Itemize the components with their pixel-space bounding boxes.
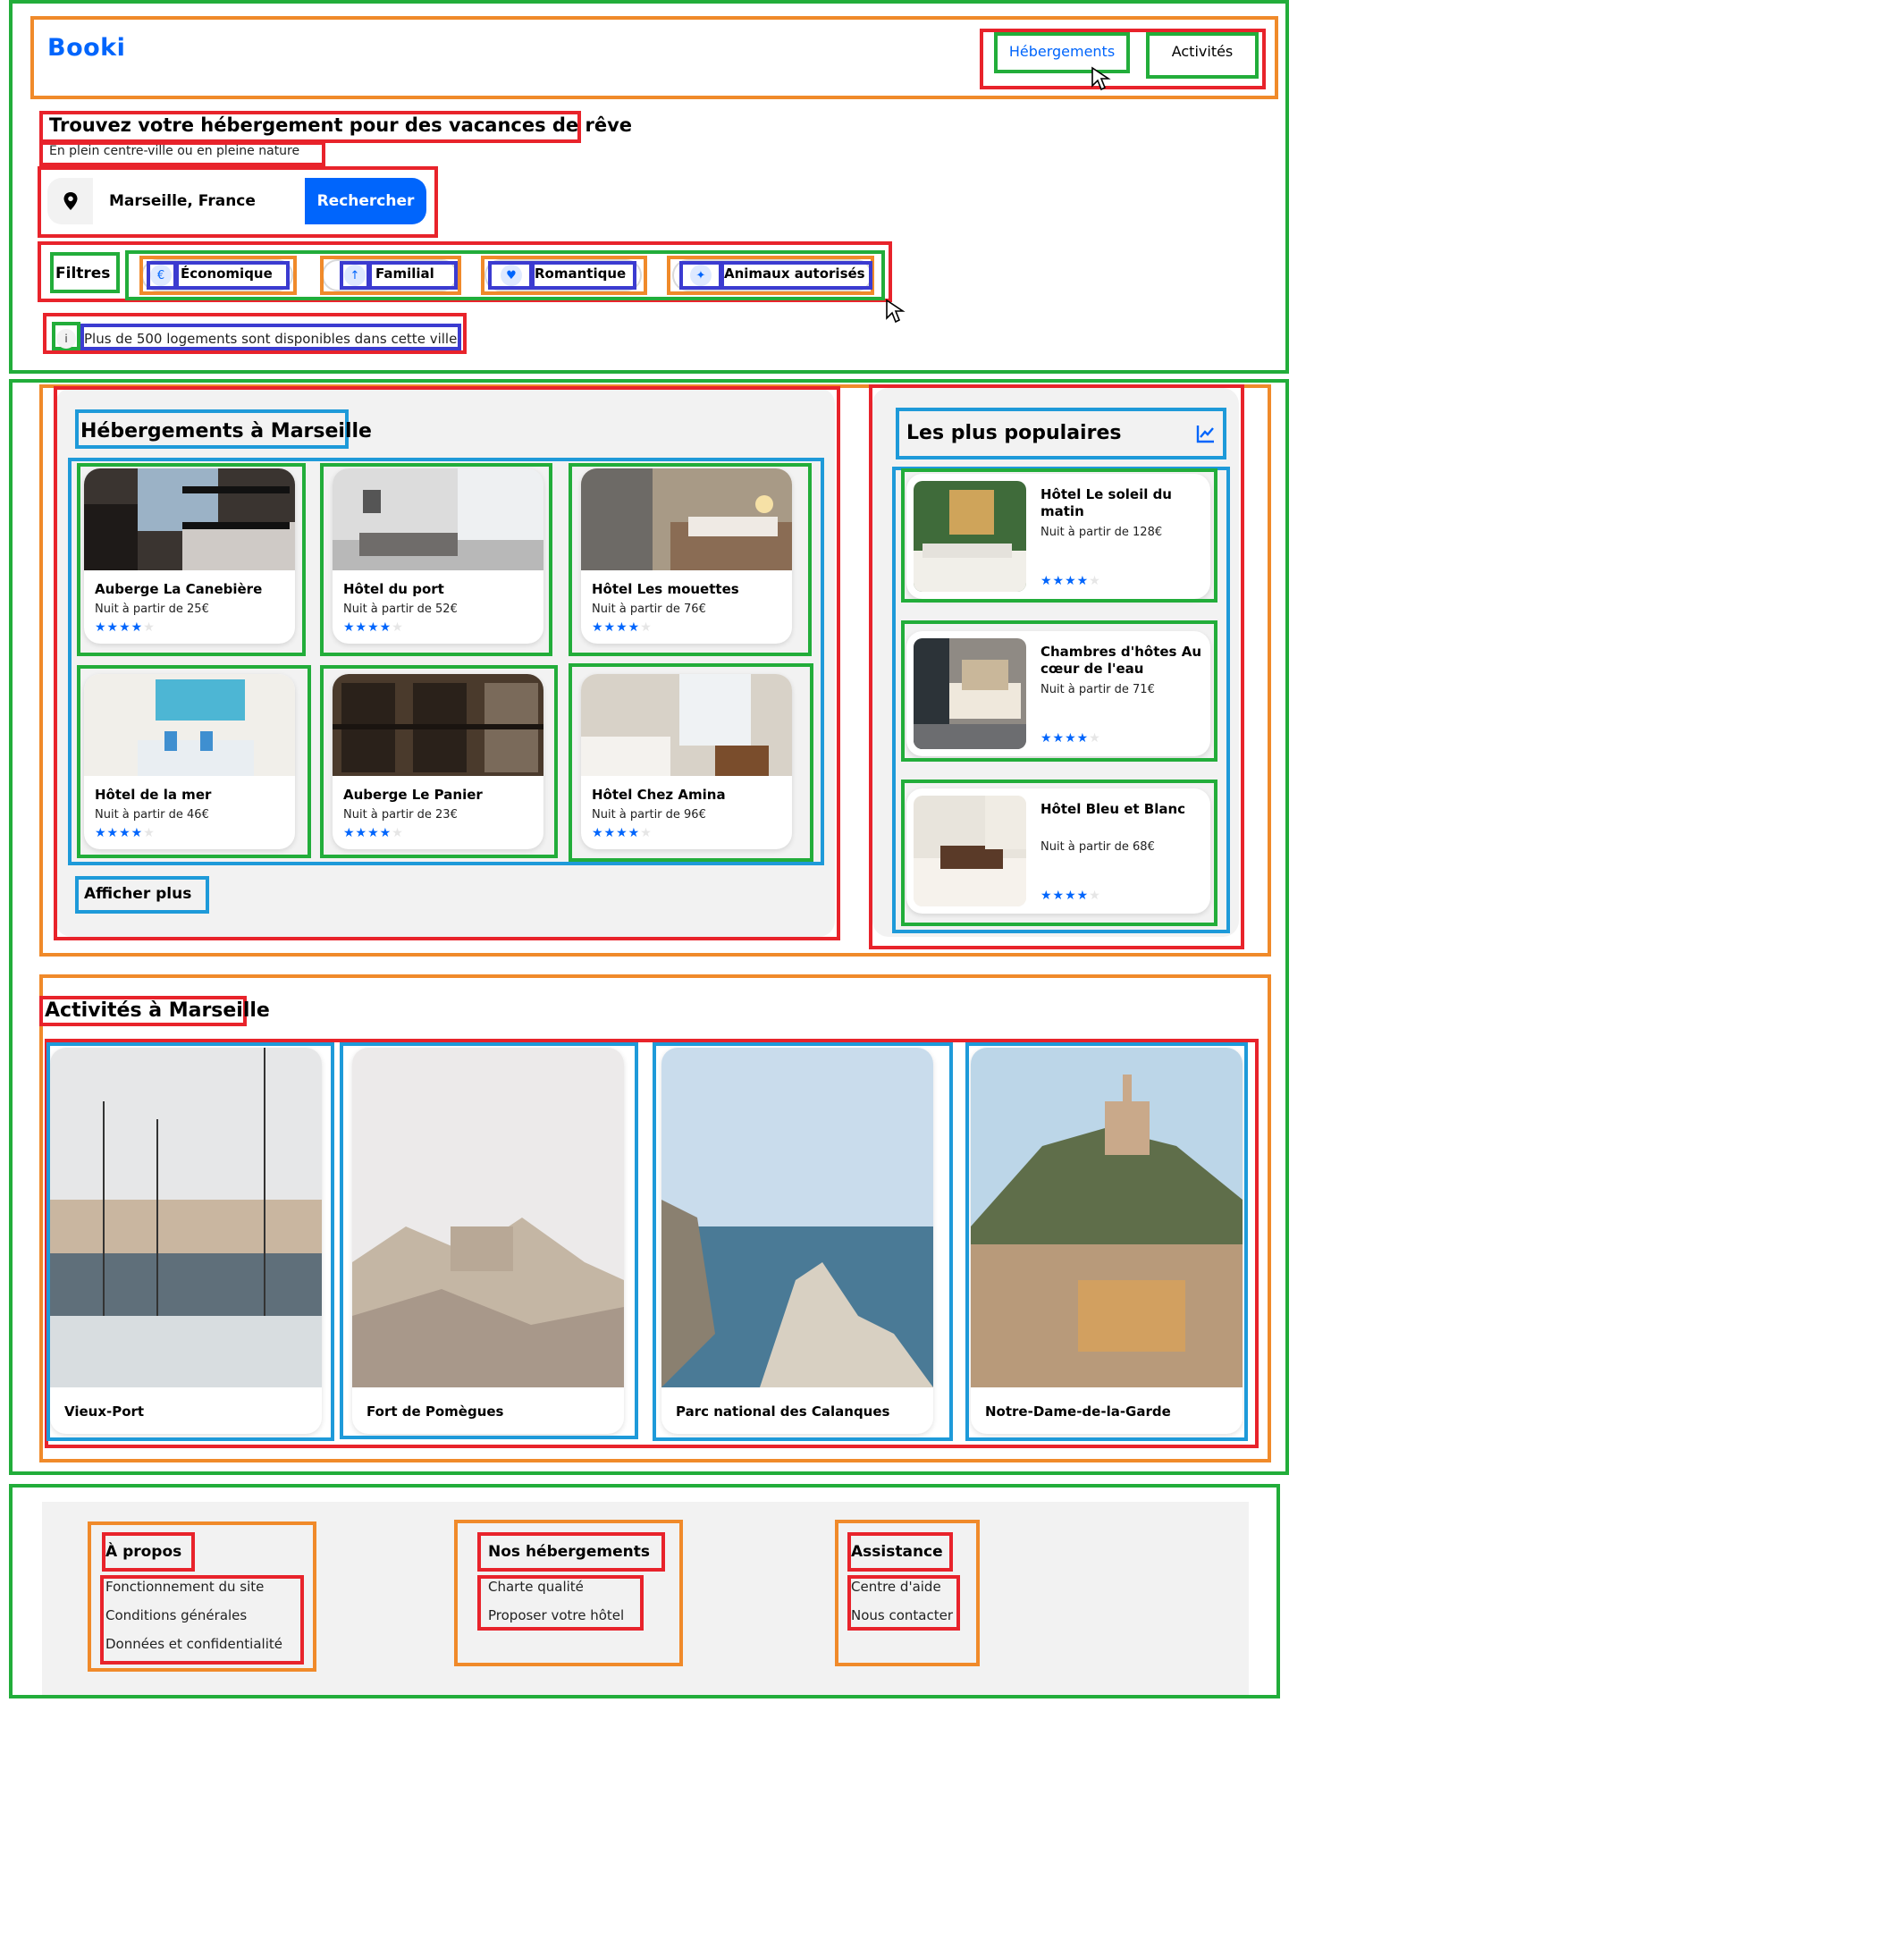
- popular-photo: [914, 796, 1026, 906]
- star-rating: ★★★★★: [343, 826, 404, 840]
- lodging-photo: [84, 468, 295, 570]
- activity-name: Notre-Dame-de-la-Garde: [985, 1403, 1171, 1420]
- trend-chart-icon: [1196, 426, 1214, 443]
- star-rating: ★★★★★: [592, 620, 653, 635]
- lodging-photo: [333, 468, 543, 570]
- popular-card[interactable]: Hôtel Le soleil du matin Nuit à partir d…: [906, 474, 1210, 599]
- star-rating: ★★★★★: [1040, 574, 1101, 588]
- activity-photo: [661, 1048, 933, 1387]
- popular-price: Nuit à partir de 71€: [1040, 683, 1155, 696]
- footer-link[interactable]: Fonctionnement du site: [105, 1579, 264, 1595]
- lodging-name: Hôtel Les mouettes: [592, 581, 739, 597]
- activity-photo: [352, 1048, 624, 1387]
- lodging-price: Nuit à partir de 25€: [95, 603, 209, 616]
- money-icon: €: [150, 265, 172, 286]
- footer-link[interactable]: Nous contacter: [851, 1607, 953, 1623]
- lodging-title: Hébergements à Marseille: [80, 420, 372, 442]
- star-rating: ★★★★★: [343, 620, 404, 635]
- popular-title: Les plus populaires: [906, 422, 1122, 444]
- lodging-name: Auberge Le Panier: [343, 787, 483, 803]
- star-rating: ★★★★★: [95, 826, 156, 840]
- lodging-photo: [333, 674, 543, 776]
- lodging-price: Nuit à partir de 23€: [343, 808, 458, 822]
- activity-photo: [971, 1048, 1243, 1387]
- lodging-price: Nuit à partir de 52€: [343, 603, 458, 616]
- lodging-price: Nuit à partir de 76€: [592, 603, 706, 616]
- info-text: Plus de 500 logements sont disponibles d…: [84, 331, 458, 347]
- popular-price: Nuit à partir de 68€: [1040, 840, 1155, 854]
- lodging-card[interactable]: Auberge Le Panier Nuit à partir de 23€ ★…: [333, 674, 543, 849]
- search-button[interactable]: Rechercher: [305, 178, 426, 224]
- lodging-photo: [84, 674, 295, 776]
- footer-link[interactable]: Centre d'aide: [851, 1579, 941, 1595]
- nav-hebergements[interactable]: Hébergements: [998, 43, 1126, 60]
- star-rating: ★★★★★: [95, 620, 156, 635]
- lodging-name: Hôtel du port: [343, 581, 444, 597]
- filter-economique-label: Économique: [181, 266, 273, 282]
- activity-card[interactable]: Fort de Pomègues: [352, 1048, 624, 1434]
- lodging-card[interactable]: Hôtel de la mer Nuit à partir de 46€ ★★★…: [84, 674, 295, 849]
- mouse-cursor-icon: [886, 299, 906, 324]
- star-rating: ★★★★★: [592, 826, 653, 840]
- filter-romantique-label: Romantique: [535, 266, 627, 282]
- lodging-card[interactable]: Hôtel Chez Amina Nuit à partir de 96€ ★★…: [581, 674, 792, 849]
- lodging-card[interactable]: Hôtel du port Nuit à partir de 52€ ★★★★★: [333, 468, 543, 644]
- activities-title: Activités à Marseille: [45, 999, 270, 1022]
- popular-card[interactable]: Hôtel Bleu et Blanc Nuit à partir de 68€…: [906, 788, 1210, 914]
- lodging-name: Hôtel Chez Amina: [592, 787, 726, 803]
- nav-activites[interactable]: Activités: [1150, 43, 1255, 60]
- search-location-box: [47, 178, 93, 224]
- footer: [42, 1502, 1249, 1695]
- star-rating: ★★★★★: [1040, 731, 1101, 746]
- footer-link[interactable]: Proposer votre hôtel: [488, 1607, 624, 1623]
- lodging-name: Hôtel de la mer: [95, 787, 212, 803]
- activity-card[interactable]: Parc national des Calanques: [661, 1048, 933, 1434]
- popular-photo: [914, 481, 1026, 592]
- popular-name: Chambres d'hôtes Au cœur de l'eau: [1040, 644, 1201, 677]
- search-bar: Rechercher: [47, 178, 426, 224]
- page-title: Trouvez votre hébergement pour des vacan…: [49, 114, 633, 136]
- footer-title-assistance: Assistance: [851, 1543, 943, 1561]
- popular-name: Hôtel Bleu et Blanc: [1040, 801, 1186, 817]
- mouse-cursor-icon: [1091, 66, 1111, 91]
- footer-link[interactable]: Données et confidentialité: [105, 1636, 282, 1652]
- lodging-photo: [581, 674, 792, 776]
- popular-price: Nuit à partir de 128€: [1040, 526, 1163, 539]
- footer-title-apropos: À propos: [105, 1543, 182, 1561]
- activity-name: Parc national des Calanques: [676, 1403, 890, 1420]
- lodging-photo: [581, 468, 792, 570]
- activity-card[interactable]: Vieux-Port: [50, 1048, 322, 1434]
- popular-photo: [914, 638, 1026, 749]
- lodging-name: Auberge La Canebière: [95, 581, 263, 597]
- lodging-card[interactable]: Hôtel Les mouettes Nuit à partir de 76€ …: [581, 468, 792, 644]
- booki-logo[interactable]: Booki: [47, 34, 125, 62]
- footer-link[interactable]: Charte qualité: [488, 1579, 584, 1595]
- footer-link[interactable]: Conditions générales: [105, 1607, 247, 1623]
- activity-card[interactable]: Notre-Dame-de-la-Garde: [971, 1048, 1243, 1434]
- child-icon: ↑: [344, 265, 366, 286]
- filter-familial-label: Familial: [375, 266, 434, 282]
- activity-name: Fort de Pomègues: [366, 1403, 504, 1420]
- dog-icon: ✦: [690, 265, 712, 286]
- footer-title-hebergements: Nos hébergements: [488, 1543, 650, 1561]
- filter-animaux-label: Animaux autorisés: [724, 266, 865, 282]
- star-rating: ★★★★★: [1040, 889, 1101, 903]
- heart-icon: ♥: [501, 265, 522, 286]
- info-icon: i: [56, 329, 76, 349]
- map-pin-icon: [63, 192, 78, 210]
- activity-photo: [50, 1048, 322, 1387]
- popular-card[interactable]: Chambres d'hôtes Au cœur de l'eau Nuit à…: [906, 631, 1210, 756]
- lodging-price: Nuit à partir de 46€: [95, 808, 209, 822]
- lodging-price: Nuit à partir de 96€: [592, 808, 706, 822]
- lodging-card[interactable]: Auberge La Canebière Nuit à partir de 25…: [84, 468, 295, 644]
- page-subtitle: En plein centre-ville ou en pleine natur…: [49, 144, 300, 158]
- filters-label: Filtres: [55, 265, 111, 282]
- activity-name: Vieux-Port: [64, 1403, 145, 1420]
- show-more-button[interactable]: Afficher plus: [84, 885, 191, 903]
- popular-name: Hôtel Le soleil du matin: [1040, 486, 1172, 519]
